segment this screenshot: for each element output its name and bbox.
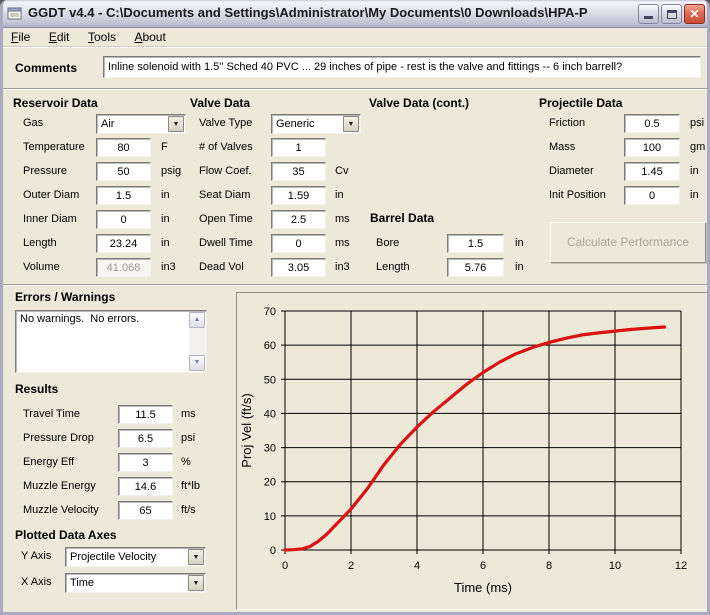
svg-text:0: 0 [270,545,276,557]
title-bar: GGDT v4.4 - C:\Documents and Settings\Ad… [0,0,710,28]
mass-label: Mass [549,138,575,153]
menu-item-about[interactable]: About [127,28,172,44]
mass-input[interactable] [624,138,680,157]
init-position-input[interactable] [624,186,680,205]
reservoir-header: Reservoir Data [13,96,98,110]
errors-text: No warnings. No errors. [20,313,139,325]
friction-input[interactable] [624,114,680,133]
svg-text:0: 0 [282,560,288,572]
minimize-icon [644,16,653,19]
barrel-length-label: Length [376,258,410,273]
errors-scrollbar[interactable]: ▲ ▼ [189,312,205,371]
svg-text:50: 50 [264,374,276,386]
x-axis-label: X Axis [21,573,52,588]
chevron-down-icon[interactable]: ▼ [188,549,204,565]
menu-item-file[interactable]: File [4,28,37,44]
travel-time-unit: ms [181,405,196,420]
barrel-length-unit: in [515,258,524,273]
x-axis-select[interactable]: Time ▼ [65,573,206,593]
valve-cont-header: Valve Data (cont.) [369,96,469,110]
svg-text:8: 8 [546,560,552,572]
svg-text:70: 70 [264,306,276,318]
svg-text:Proj Vel (ft/s): Proj Vel (ft/s) [239,393,254,467]
chart-plot: 0 10 20 30 40 50 60 70 0 2 4 6 8 10 12 Time (ms) Proj Ve… [237,293,707,609]
valve-header: Valve Data [190,96,250,110]
scroll-down-icon[interactable]: ▼ [189,355,205,371]
muzzle-velocity-unit: ft/s [181,501,196,516]
y-axis-label: Y Axis [21,547,51,562]
svg-text:4: 4 [414,560,420,572]
friction-row: Friction psi [3,114,707,134]
muzzle-velocity-label: Muzzle Velocity [23,501,99,516]
chevron-down-icon[interactable]: ▼ [188,575,204,591]
open-time-input[interactable] [271,210,326,229]
bore-unit: in [515,234,524,249]
close-button[interactable]: ✕ [684,4,705,24]
window-title: GGDT v4.4 - C:\Documents and Settings\Ad… [28,5,588,20]
comments-input[interactable] [103,56,701,78]
energy-eff-unit: % [181,453,191,468]
friction-unit: psi [690,114,704,129]
svg-text:12: 12 [675,560,687,572]
muzzle-energy-unit: ft*lb [181,477,200,492]
friction-label: Friction [549,114,585,129]
open-time-label: Open Time [199,210,253,225]
svg-text:40: 40 [264,408,276,420]
maximize-icon [667,10,677,19]
svg-text:60: 60 [264,340,276,352]
y-axis-select[interactable]: Projectile Velocity ▼ [65,547,206,567]
divider [3,284,707,286]
pressure-drop-unit: psi [181,429,195,444]
comments-label: Comments [15,61,77,75]
errors-header: Errors / Warnings [15,290,115,304]
svg-text:10: 10 [609,560,621,572]
diameter-row: Diameter in [3,162,707,182]
svg-text:2: 2 [348,560,354,572]
diameter-label: Diameter [549,162,594,177]
svg-text:6: 6 [480,560,486,572]
calculate-performance-button[interactable]: Calculate Performance [550,222,706,263]
mass-row: Mass gm [3,138,707,158]
svg-text:20: 20 [264,477,276,489]
svg-text:30: 30 [264,443,276,455]
scroll-up-icon[interactable]: ▲ [189,312,205,328]
minimize-button[interactable] [638,4,659,24]
pressure-drop-output[interactable] [118,429,173,448]
svg-text:Time (ms): Time (ms) [454,580,512,595]
errors-box[interactable]: No warnings. No errors. ▲ ▼ [15,310,207,373]
menu-bar: File Edit Tools About [0,28,710,47]
maximize-button[interactable] [661,4,682,24]
svg-text:10: 10 [264,511,276,523]
diameter-input[interactable] [624,162,680,181]
bore-input[interactable] [447,234,504,253]
close-icon: ✕ [685,7,704,21]
app-window: GGDT v4.4 - C:\Documents and Settings\Ad… [0,0,710,615]
projectile-header: Projectile Data [539,96,622,110]
velocity-chart: 0 10 20 30 40 50 60 70 0 2 4 6 8 10 12 Time (ms) Proj Ve… [236,292,708,610]
divider [3,88,707,90]
open-time-unit: ms [335,210,350,225]
mass-unit: gm [690,138,705,153]
init-position-row: Init Position in [3,186,707,206]
travel-time-label: Travel Time [23,405,80,420]
axes-header: Plotted Data Axes [15,528,117,542]
bore-label: Bore [376,234,399,249]
x-axis-value: Time [70,577,94,589]
muzzle-velocity-output[interactable] [118,501,173,520]
y-axis-value: Projectile Velocity [70,551,156,563]
energy-eff-output[interactable] [118,453,173,472]
init-position-unit: in [690,186,699,201]
app-icon [7,6,23,22]
init-position-label: Init Position [549,186,606,201]
barrel-length-input[interactable] [447,258,504,277]
energy-eff-label: Energy Eff [23,453,74,468]
pressure-drop-label: Pressure Drop [23,429,94,444]
menu-item-edit[interactable]: Edit [42,28,77,44]
muzzle-energy-output[interactable] [118,477,173,496]
menu-item-tools[interactable]: Tools [81,28,123,44]
muzzle-energy-label: Muzzle Energy [23,477,96,492]
results-header: Results [15,382,58,396]
travel-time-output[interactable] [118,405,173,424]
diameter-unit: in [690,162,699,177]
